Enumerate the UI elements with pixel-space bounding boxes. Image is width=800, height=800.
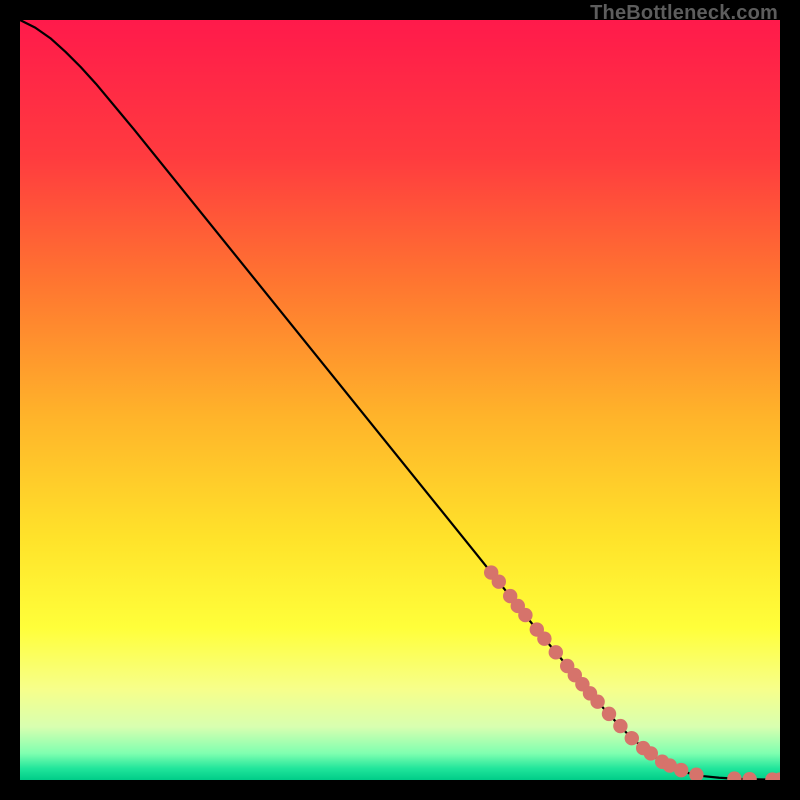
marker-dot xyxy=(492,574,506,588)
marker-dot xyxy=(549,645,563,659)
marker-dot xyxy=(590,695,604,709)
marker-dot xyxy=(613,719,627,733)
chart-plot xyxy=(20,20,780,780)
marker-dot xyxy=(537,631,551,645)
chart-stage: TheBottleneck.com xyxy=(0,0,800,800)
marker-dot xyxy=(518,608,532,622)
marker-dot xyxy=(602,707,616,721)
marker-dot xyxy=(674,763,688,777)
gradient-background xyxy=(20,20,780,780)
marker-dot xyxy=(625,731,639,745)
